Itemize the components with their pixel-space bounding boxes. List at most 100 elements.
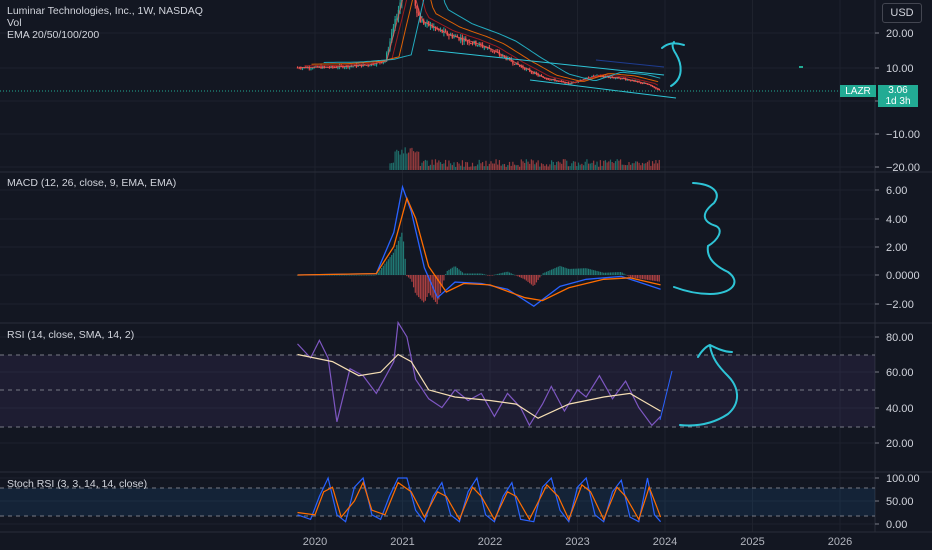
volume-bar	[522, 161, 524, 170]
volume-bar	[599, 160, 601, 170]
candle-body	[296, 67, 299, 69]
macd-histogram-bar	[552, 268, 554, 275]
volume-bar	[512, 161, 514, 170]
volume-bar	[567, 166, 570, 170]
macd-histogram-bar	[535, 275, 538, 283]
macd-histogram-bar	[631, 275, 633, 278]
chart-canvas[interactable]: 20.00 10.00 0.00 −10.00 −20.00 6.00 4.00 2.00 0.…	[0, 0, 932, 550]
volume-bar	[490, 161, 492, 170]
macd-histogram-bar	[450, 268, 452, 275]
macd-histogram-bar	[347, 275, 349, 276]
macd-histogram-bar	[626, 275, 628, 276]
volume-bar	[643, 163, 645, 170]
volume-bar	[468, 166, 470, 170]
macd-histogram-bar	[344, 275, 346, 276]
candle-body	[547, 79, 549, 81]
volume-bar	[423, 161, 425, 170]
volume-bar	[613, 163, 615, 170]
volume-bar	[392, 162, 395, 170]
currency-button[interactable]: USD	[882, 3, 922, 23]
macd-histogram-bar	[387, 259, 389, 275]
macd-histogram-bar	[421, 275, 423, 301]
macd-histogram-bar	[468, 273, 470, 275]
volume-bar	[596, 161, 598, 170]
time-axis[interactable]: 2020 2021 2022 2023 2024 2025 2026	[303, 536, 852, 548]
macd-histogram-bar	[638, 275, 640, 279]
volume-bar	[409, 148, 411, 170]
volume-bar	[628, 162, 630, 170]
macd-histogram-bar	[453, 266, 455, 275]
last-price-value: 3.06	[888, 85, 908, 96]
macd-histogram-bar	[399, 236, 401, 275]
macd-histogram-bar	[463, 273, 465, 275]
volume-bar	[517, 164, 519, 170]
symbol-tag: LAZR	[840, 85, 876, 97]
volume-bar	[493, 163, 495, 170]
macd-histogram-bar	[354, 275, 356, 276]
time-label: 2024	[653, 536, 677, 548]
macd-histogram-bar	[534, 275, 536, 285]
time-label: 2026	[828, 536, 852, 548]
volume-bar	[586, 159, 588, 170]
macd-histogram-bar	[476, 273, 479, 275]
macd-histogram-bar	[466, 273, 469, 275]
time-label: 2023	[565, 536, 589, 548]
volume-bar	[520, 159, 522, 170]
candle-body	[532, 72, 534, 74]
macd-histogram-bar	[643, 275, 645, 280]
macd-histogram-bar	[502, 272, 504, 275]
macd-histogram-bar	[493, 274, 495, 276]
macd-histogram-bar	[522, 275, 524, 279]
volume-bar	[391, 163, 393, 170]
macd-histogram-bar	[480, 273, 482, 275]
macd-histogram-bar	[451, 267, 453, 275]
volume-bar	[549, 164, 551, 170]
macd-histogram-bar	[567, 268, 570, 275]
volume-bar	[561, 163, 563, 170]
volume-bar	[601, 165, 603, 170]
volume-bar	[456, 162, 458, 170]
macd-histogram-bar	[569, 268, 571, 275]
ema-legend: EMA 20/50/100/200	[7, 29, 100, 41]
macd-histogram-bar	[503, 272, 506, 275]
macd-histogram-bar	[529, 275, 531, 284]
macd-histogram-bar	[515, 275, 517, 276]
macd-histogram-bar	[352, 275, 354, 276]
macd-histogram-bar	[335, 275, 337, 276]
macd-histogram-bar	[470, 273, 472, 275]
macd-histogram-bar	[582, 268, 585, 275]
price-label: 0.0000	[886, 270, 920, 282]
volume-bar	[498, 160, 501, 170]
macd-histogram-bar	[655, 275, 657, 282]
volume-bar	[463, 166, 465, 170]
volume-bar	[635, 161, 637, 170]
macd-histogram-bar	[411, 275, 413, 282]
volume-bar	[606, 162, 608, 170]
macd-histogram-bar	[550, 269, 553, 275]
macd-histogram-bar	[481, 273, 484, 275]
macd-histogram-bar	[332, 275, 334, 276]
volume-bar	[413, 151, 415, 170]
macd-histogram-bar	[461, 272, 464, 275]
volume-bar	[656, 163, 659, 170]
candle-body	[343, 67, 346, 69]
macd-histogram-bar	[653, 275, 655, 281]
macd-histogram-bar	[429, 275, 432, 296]
volume-bar	[476, 164, 479, 170]
macd-histogram-bar	[512, 274, 514, 275]
volume-bar	[611, 162, 613, 170]
macd-histogram-bar	[416, 275, 418, 296]
macd-histogram-bar	[619, 271, 622, 275]
macd-histogram-bar	[455, 266, 457, 275]
macd-legend: MACD (12, 26, close, 9, EMA, EMA)	[7, 177, 177, 189]
macd-histogram-bar	[609, 272, 612, 275]
volume-bar	[475, 166, 477, 170]
macd-histogram-bar	[520, 275, 522, 278]
volume-bar	[534, 164, 536, 170]
macd-histogram-bar	[367, 275, 369, 276]
volume-bar	[433, 164, 435, 170]
volume-bar	[650, 165, 652, 170]
candle-body	[337, 67, 339, 69]
macd-histogram-bar	[591, 269, 593, 275]
macd-histogram-bar	[443, 275, 445, 281]
